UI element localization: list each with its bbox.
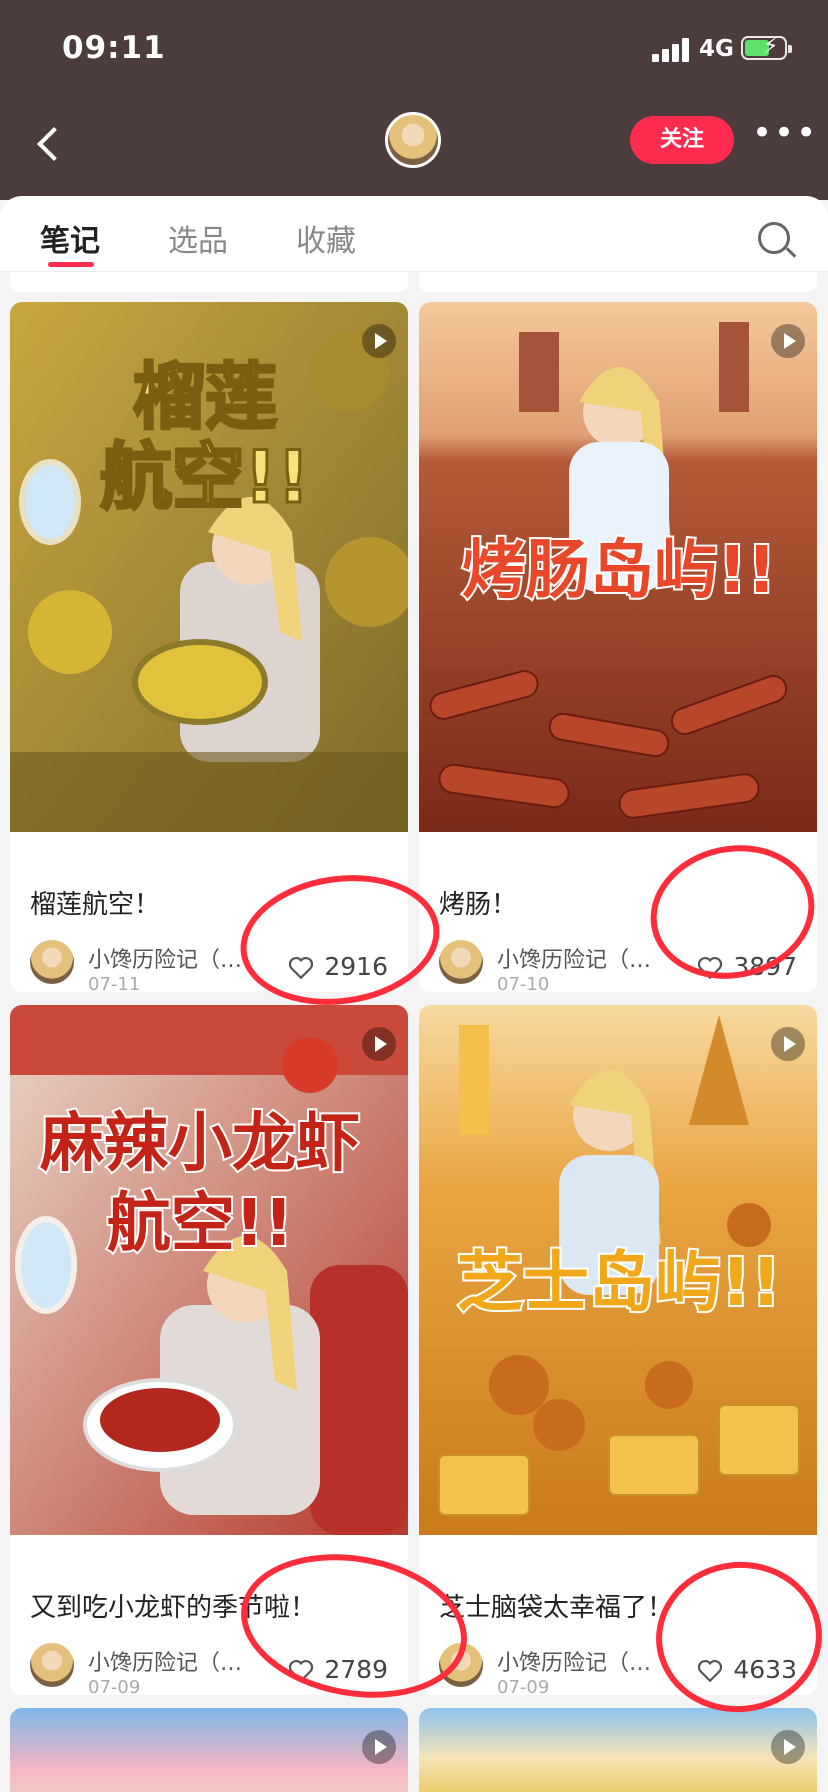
note-cover-image[interactable]: 烤肠岛屿!! <box>419 302 817 832</box>
author-name[interactable]: 小馋历险记（… <box>497 1645 651 1677</box>
more-options-icon[interactable]: ••• <box>752 116 816 152</box>
like-count: 4633 <box>733 1655 797 1684</box>
like-count: 3897 <box>733 952 797 981</box>
status-time: 09:11 <box>62 30 166 66</box>
author-avatar[interactable] <box>30 940 74 984</box>
note-card[interactable]: 烤肠岛屿!! 烤肠！ 小馋历险记（… 07-10 3897 <box>419 302 817 992</box>
active-tab-indicator <box>48 262 94 267</box>
note-cover-image[interactable]: 麻辣小龙虾 航空!! <box>10 1005 408 1535</box>
video-play-icon <box>771 1027 805 1061</box>
back-button[interactable] <box>32 118 72 168</box>
profile-header: 09:11 4G ⚡ 关注 ••• <box>0 0 828 200</box>
svg-text:麻辣小龙虾: 麻辣小龙虾 <box>40 1107 360 1181</box>
like-count: 2789 <box>324 1655 388 1684</box>
like-heart-icon[interactable] <box>697 1659 723 1683</box>
note-card[interactable]: 麻辣小龙虾 航空!! 又到吃小龙虾的季节啦！ 小馋历险记（… 07-09 278… <box>10 1005 408 1695</box>
note-title[interactable]: 芝士脑袋太幸福了！ <box>439 1587 673 1624</box>
svg-text:芝士岛屿!!: 芝士岛屿!! <box>457 1244 781 1321</box>
note-card[interactable]: 芝士岛屿!! 芝士脑袋太幸福了！ 小馋历险记（… 07-09 4633 <box>419 1005 817 1695</box>
note-cover-image[interactable]: 芝士岛屿!! <box>419 1005 817 1535</box>
tab-selections[interactable]: 选品 <box>168 216 228 260</box>
post-date: 07-11 <box>88 974 141 992</box>
card-stub <box>10 272 408 292</box>
post-date: 07-10 <box>497 974 550 992</box>
author-avatar[interactable] <box>439 940 483 984</box>
video-play-icon <box>362 324 396 358</box>
signal-icon <box>652 38 692 62</box>
like-heart-icon[interactable] <box>697 956 723 980</box>
svg-text:航空!!: 航空!! <box>100 435 310 519</box>
like-heart-icon[interactable] <box>288 1659 314 1683</box>
note-card[interactable] <box>419 1708 817 1792</box>
profile-avatar[interactable] <box>385 112 441 168</box>
post-date: 07-09 <box>497 1677 550 1695</box>
card-stub <box>419 272 817 292</box>
video-play-icon <box>771 324 805 358</box>
tab-favorites[interactable]: 收藏 <box>296 216 356 260</box>
like-heart-icon[interactable] <box>288 956 314 980</box>
follow-button[interactable]: 关注 <box>630 116 734 164</box>
note-title[interactable]: 榴莲航空！ <box>30 884 160 921</box>
like-count: 2916 <box>324 952 388 981</box>
search-icon[interactable] <box>758 222 790 254</box>
svg-text:航空!!: 航空!! <box>107 1187 293 1261</box>
battery-icon: ⚡ <box>741 34 792 60</box>
video-play-icon <box>362 1027 396 1061</box>
post-date: 07-09 <box>88 1677 141 1695</box>
note-cover-image[interactable] <box>419 1708 817 1792</box>
author-name[interactable]: 小馋历险记（… <box>88 1645 242 1677</box>
notes-feed[interactable]: 榴莲 航空!! 榴莲航空！ 小馋历险记（… 07-11 2916 烤肠岛屿!! … <box>0 272 828 1792</box>
note-card[interactable]: 榴莲 航空!! 榴莲航空！ 小馋历险记（… 07-11 2916 <box>10 302 408 992</box>
video-play-icon <box>771 1730 805 1764</box>
note-cover-image[interactable] <box>10 1708 408 1792</box>
tab-notes[interactable]: 笔记 <box>40 216 100 260</box>
note-title[interactable]: 又到吃小龙虾的季节啦！ <box>30 1587 316 1624</box>
svg-text:烤肠岛屿!!: 烤肠岛屿!! <box>462 534 776 608</box>
note-title[interactable]: 烤肠！ <box>439 884 517 921</box>
author-avatar[interactable] <box>439 1643 483 1687</box>
author-name[interactable]: 小馋历险记（… <box>497 942 651 974</box>
tab-bar: 笔记 选品 收藏 <box>0 196 828 272</box>
video-play-icon <box>362 1730 396 1764</box>
network-type: 4G <box>699 36 734 62</box>
author-avatar[interactable] <box>30 1643 74 1687</box>
author-name[interactable]: 小馋历险记（… <box>88 942 242 974</box>
status-bar: 09:11 4G ⚡ <box>0 0 828 100</box>
note-card[interactable] <box>10 1708 408 1792</box>
svg-text:榴莲: 榴莲 <box>133 355 277 439</box>
note-cover-image[interactable]: 榴莲 航空!! <box>10 302 408 832</box>
